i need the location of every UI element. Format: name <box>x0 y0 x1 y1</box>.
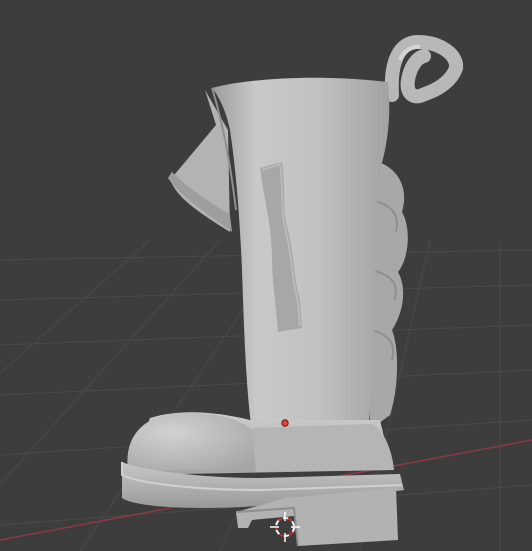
boot-mesh[interactable] <box>121 34 464 547</box>
pull-loop <box>384 34 464 104</box>
viewport-canvas[interactable] <box>0 0 532 551</box>
ankle-band <box>252 424 394 472</box>
origin-dot-icon[interactable] <box>281 419 289 427</box>
3d-viewport[interactable] <box>0 0 532 551</box>
toe-cap <box>127 412 256 470</box>
boot-shaft <box>212 77 390 433</box>
